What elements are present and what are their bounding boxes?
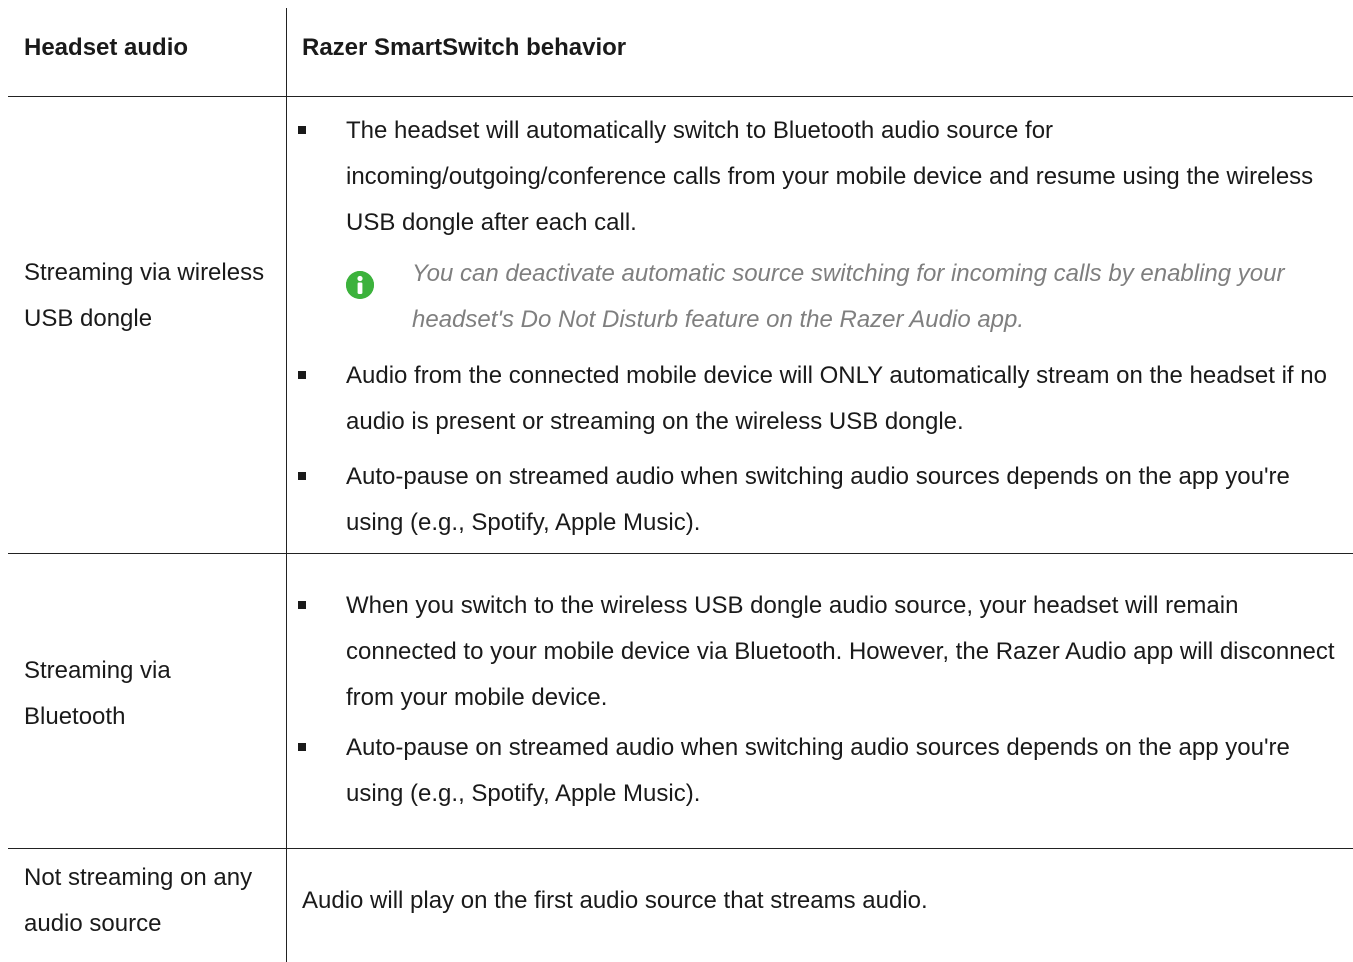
row-label-usb-dongle: Streaming via wireless USB dongle [24, 259, 265, 332]
bullet-marker [298, 743, 306, 751]
bullet-text: When you switch to the wireless USB dong… [346, 592, 1335, 711]
bullet-text: Auto-pause on streamed audio when switch… [346, 463, 1290, 536]
row-label-bluetooth: Streaming via Bluetooth [24, 657, 171, 730]
header-divider [8, 96, 1353, 97]
bullet-item: Auto-pause on streamed audio when switch… [298, 454, 1348, 546]
smartswitch-behavior-table: Headset audio Razer SmartSwitch behavior… [0, 0, 1353, 962]
info-icon [346, 271, 374, 299]
bullet-item: Auto-pause on streamed audio when switch… [298, 725, 1348, 817]
bullet-marker [298, 371, 306, 379]
row-label-not-streaming: Not streaming on any audio source [24, 864, 253, 937]
header-headset-audio: Headset audio [24, 34, 189, 61]
bullet-marker [298, 601, 306, 609]
row-divider-2 [8, 848, 1353, 849]
info-note: You can deactivate automatic source swit… [412, 260, 1285, 333]
column-divider [286, 8, 287, 962]
bullet-text: The headset will automatically switch to… [346, 117, 1314, 236]
row-divider-1 [8, 553, 1353, 554]
bullet-marker [298, 126, 306, 134]
bullet-item: Audio from the connected mobile device w… [298, 353, 1348, 445]
bullet-text: Audio from the connected mobile device w… [346, 362, 1327, 435]
bullet-text: Auto-pause on streamed audio when switch… [346, 734, 1290, 807]
row-text-not-streaming: Audio will play on the first audio sourc… [302, 887, 928, 914]
bullet-item: When you switch to the wireless USB dong… [298, 583, 1348, 723]
bullet-marker [298, 472, 306, 480]
header-smartswitch-behavior: Razer SmartSwitch behavior [302, 34, 627, 61]
bullet-item: The headset will automatically switch to… [298, 108, 1348, 248]
